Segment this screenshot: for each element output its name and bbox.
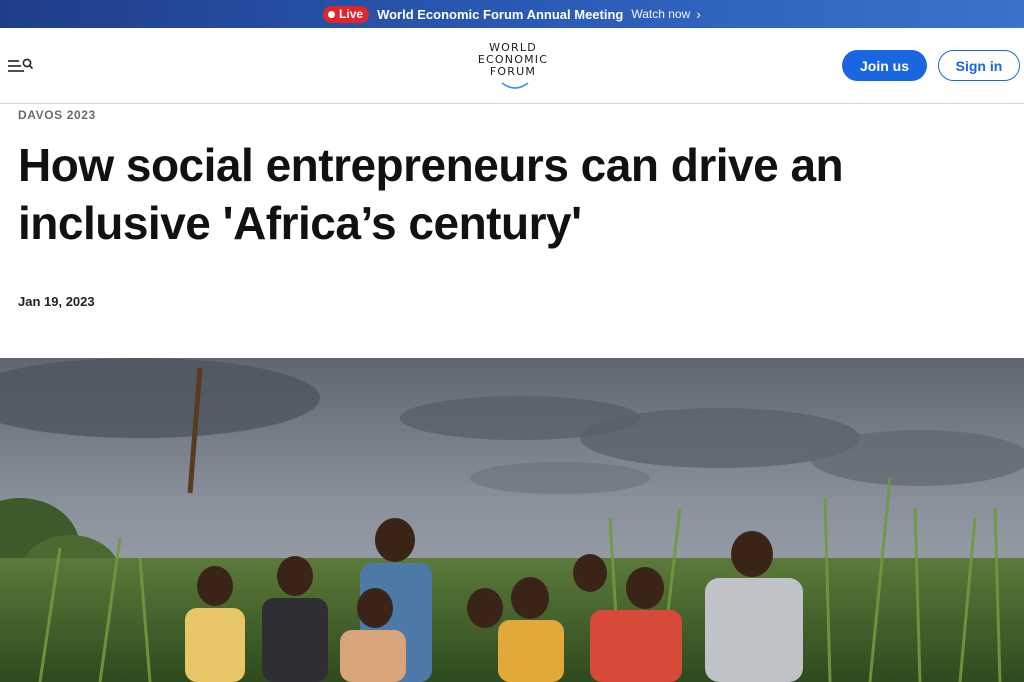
sign-in-button[interactable]: Sign in xyxy=(938,50,1020,81)
logo-line-3: FORUM xyxy=(489,65,537,78)
article-date: Jan 19, 2023 xyxy=(18,294,95,309)
live-badge: Live xyxy=(323,5,370,23)
hero-photo xyxy=(0,358,1024,682)
watch-now-label: Watch now xyxy=(631,7,691,21)
watch-now-link[interactable]: Watch now › xyxy=(631,7,701,21)
chevron-right-icon: › xyxy=(696,6,701,22)
live-dot-icon xyxy=(328,10,336,18)
live-event-title[interactable]: World Economic Forum Annual Meeting xyxy=(377,7,623,22)
article-kicker[interactable]: DAVOS 2023 xyxy=(18,108,96,122)
live-label: Live xyxy=(339,7,364,21)
join-us-button[interactable]: Join us xyxy=(842,50,927,81)
logo-arc-icon xyxy=(501,82,529,89)
site-header: WORLD ECONOMIC FORUM Join us Sign in xyxy=(0,28,1024,104)
hero-image xyxy=(0,358,1024,682)
menu-search-icon[interactable] xyxy=(8,55,34,77)
wef-logo[interactable]: WORLD ECONOMIC FORUM xyxy=(472,42,554,92)
article-headline: How social entrepreneurs can drive an in… xyxy=(18,139,844,249)
live-event-banner[interactable]: Live World Economic Forum Annual Meeting… xyxy=(0,0,1024,28)
